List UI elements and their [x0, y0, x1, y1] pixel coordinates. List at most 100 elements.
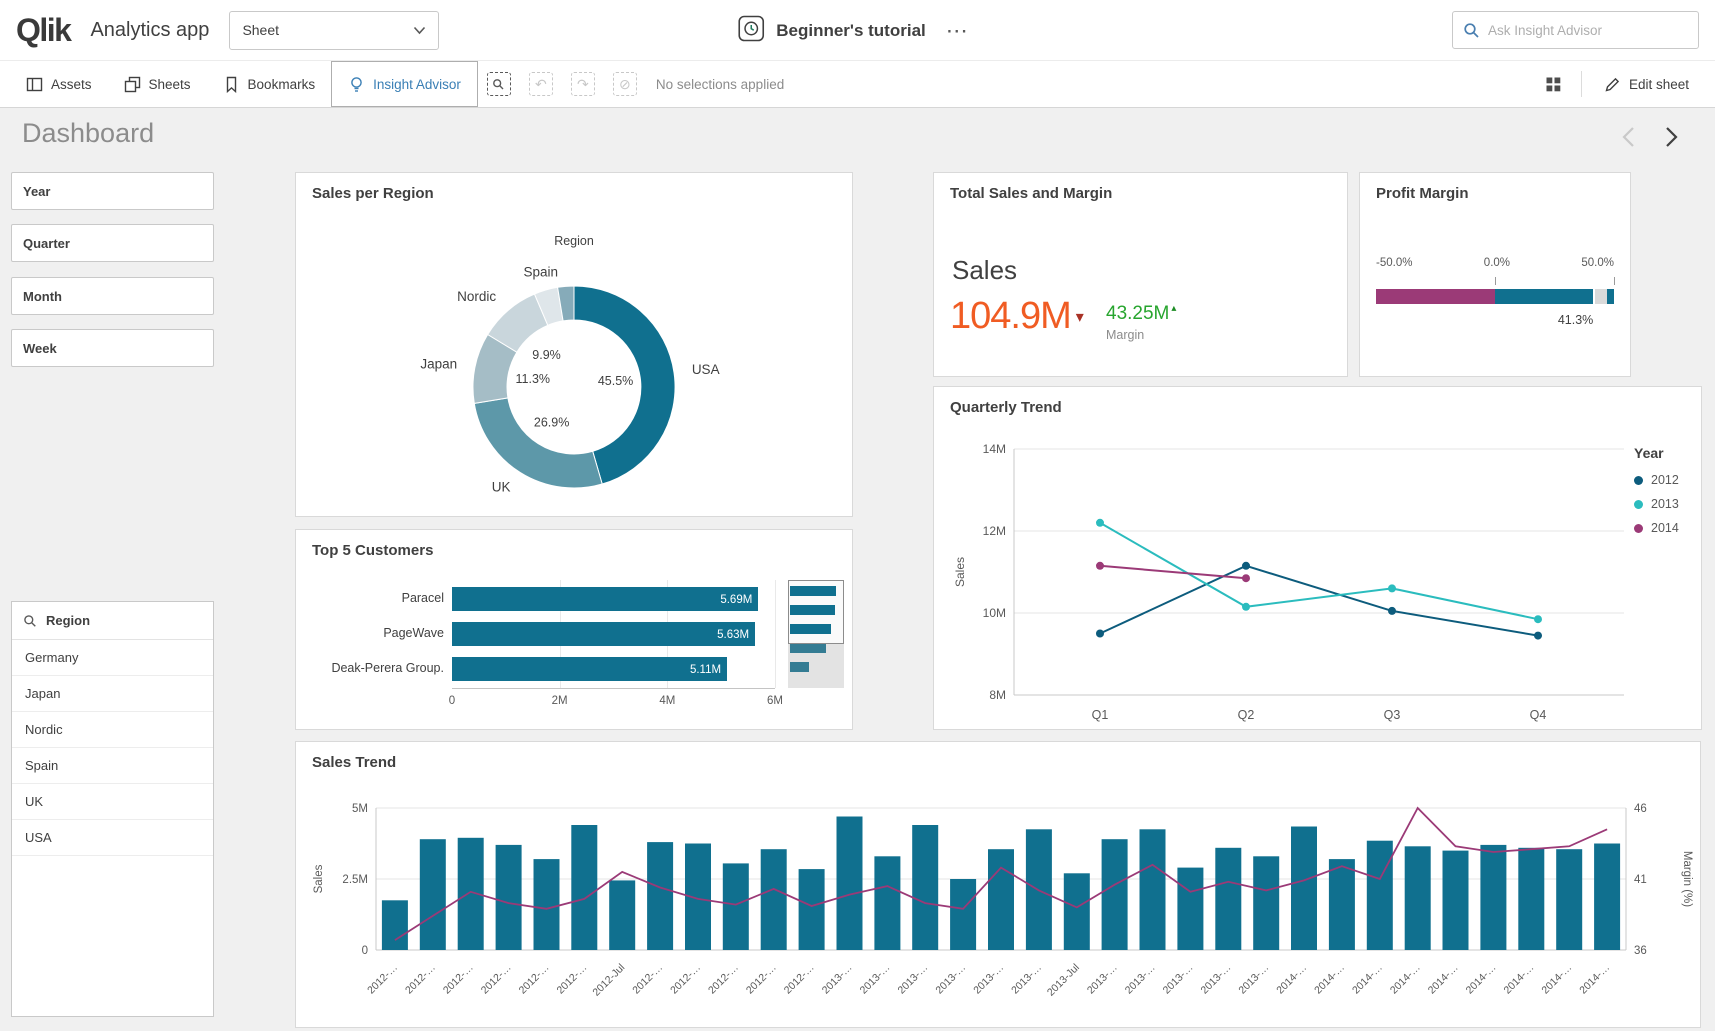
- chart-sales-trend[interactable]: Sales Trend 0362.5M415M46SalesMargin (%)…: [295, 741, 1701, 1028]
- sales-bar[interactable]: [420, 839, 446, 950]
- smart-search-button[interactable]: [478, 61, 520, 107]
- x-tick-label: Q3: [1384, 708, 1401, 722]
- sheet-clock-icon[interactable]: [737, 15, 764, 47]
- line-series-2012[interactable]: [1100, 566, 1538, 636]
- sales-bar[interactable]: [496, 845, 522, 950]
- filter-week[interactable]: Week: [11, 329, 214, 367]
- sales-bar[interactable]: [647, 842, 673, 950]
- data-point[interactable]: [1534, 615, 1542, 623]
- region-option-germany[interactable]: Germany: [12, 640, 213, 676]
- sales-bar[interactable]: [1215, 848, 1241, 950]
- legend-label: 2012: [1651, 473, 1679, 487]
- kpi-total-sales-and-margin[interactable]: Total Sales and Margin Sales 104.9M▾ 43.…: [933, 172, 1348, 377]
- filter-quarter[interactable]: Quarter: [11, 224, 214, 262]
- sales-bar[interactable]: [534, 859, 560, 950]
- minimap-viewport[interactable]: [788, 580, 844, 644]
- sales-bar[interactable]: [1518, 848, 1544, 950]
- region-listbox-header[interactable]: Region: [12, 602, 213, 640]
- axis-tick-label: 6M: [767, 695, 783, 707]
- line-series-2014[interactable]: [1100, 566, 1246, 578]
- sales-bar[interactable]: [1443, 851, 1469, 950]
- clear-selections-button[interactable]: ⊘: [604, 61, 646, 107]
- sales-bar[interactable]: [723, 863, 749, 950]
- legend-item-2013[interactable]: 2013: [1634, 497, 1679, 511]
- legend-item-2014[interactable]: 2014: [1634, 521, 1679, 535]
- slice-label: Nordic: [457, 289, 496, 304]
- sales-bar[interactable]: [837, 817, 863, 951]
- sales-bar[interactable]: [950, 879, 976, 950]
- legend-swatch: [1634, 524, 1643, 533]
- sales-bar[interactable]: [912, 825, 938, 950]
- donut-slice-uk[interactable]: [474, 398, 602, 488]
- data-point[interactable]: [1242, 562, 1250, 570]
- region-option-spain[interactable]: Spain: [12, 748, 213, 784]
- insight-advisor-search[interactable]: [1452, 11, 1699, 49]
- bar-paracel[interactable]: 5.69M: [452, 587, 758, 611]
- chart-top-5-customers[interactable]: Top 5 Customers 02M4M6MParacel5.69MPageW…: [295, 529, 853, 730]
- chart-minimap[interactable]: [788, 580, 844, 688]
- slice-label: Spain: [524, 265, 559, 280]
- sales-bar[interactable]: [874, 856, 900, 950]
- qlik-logo[interactable]: Qlik: [16, 12, 70, 49]
- bookmark-icon: [223, 76, 240, 93]
- sales-bar[interactable]: [1291, 827, 1317, 951]
- sales-bar[interactable]: [1253, 856, 1279, 950]
- data-point[interactable]: [1534, 632, 1542, 640]
- data-point[interactable]: [1096, 519, 1104, 527]
- sales-bar[interactable]: [1140, 829, 1166, 950]
- bar-pagewave[interactable]: 5.63M: [452, 622, 755, 646]
- sales-bar[interactable]: [1102, 839, 1128, 950]
- sheets-label: Sheets: [149, 77, 191, 92]
- search-input[interactable]: [1488, 23, 1688, 38]
- sales-bar[interactable]: [1367, 841, 1393, 950]
- sales-bar[interactable]: [1329, 859, 1355, 950]
- chart-quarterly-trend[interactable]: Quarterly Trend 8M10M12M14MSalesQ1Q2Q3Q4…: [933, 386, 1702, 730]
- insight-advisor-button[interactable]: Insight Advisor: [331, 61, 478, 107]
- filter-month[interactable]: Month: [11, 277, 214, 315]
- data-point[interactable]: [1388, 607, 1396, 615]
- bookmarks-button[interactable]: Bookmarks: [207, 61, 332, 107]
- assets-button[interactable]: Assets: [10, 61, 108, 107]
- next-sheet-button[interactable]: [1659, 124, 1685, 150]
- sales-bar[interactable]: [609, 880, 635, 950]
- app-objects-button[interactable]: [1533, 61, 1575, 107]
- axis-tick-label: 4M: [659, 695, 675, 707]
- sales-bar[interactable]: [1405, 846, 1431, 950]
- region-option-usa[interactable]: USA: [12, 820, 213, 856]
- sales-bar[interactable]: [1556, 849, 1582, 950]
- chart-sales-per-region[interactable]: Sales per Region 45.5%USA26.9%UK11.3%Jap…: [295, 172, 853, 517]
- sales-bar[interactable]: [1064, 873, 1090, 950]
- sales-bar[interactable]: [1177, 868, 1203, 950]
- sheets-button[interactable]: Sheets: [108, 61, 207, 107]
- data-point[interactable]: [1242, 574, 1250, 582]
- chevron-left-icon: [1621, 126, 1635, 148]
- more-options-button[interactable]: ⋯: [938, 18, 978, 44]
- sales-bar[interactable]: [382, 900, 408, 950]
- sheet-selector-dropdown[interactable]: Sheet: [229, 11, 439, 50]
- region-option-uk[interactable]: UK: [12, 784, 213, 820]
- gauge-tick-label: 50.0%: [1581, 257, 1614, 269]
- step-forward-button[interactable]: ↷: [562, 61, 604, 107]
- gauge-profit-margin[interactable]: Profit Margin -50.0%0.0%50.0%41.3%: [1359, 172, 1631, 377]
- bar-deak-perera-group-[interactable]: 5.11M: [452, 657, 727, 681]
- step-back-button[interactable]: ↶: [520, 61, 562, 107]
- data-point[interactable]: [1096, 630, 1104, 638]
- data-point[interactable]: [1388, 584, 1396, 592]
- previous-sheet-button[interactable]: [1615, 124, 1641, 150]
- chart-title: Quarterly Trend: [950, 399, 1062, 416]
- sheet-canvas: Dashboard Year Quarter Month Week Region…: [0, 108, 1715, 1031]
- sales-bar[interactable]: [799, 869, 825, 950]
- sales-bar[interactable]: [761, 849, 787, 950]
- region-option-japan[interactable]: Japan: [12, 676, 213, 712]
- sales-bar[interactable]: [571, 825, 597, 950]
- data-point[interactable]: [1242, 603, 1250, 611]
- region-option-nordic[interactable]: Nordic: [12, 712, 213, 748]
- filter-year[interactable]: Year: [11, 172, 214, 210]
- sales-bar[interactable]: [1594, 844, 1620, 951]
- sales-bar[interactable]: [1480, 845, 1506, 950]
- assets-label: Assets: [51, 77, 92, 92]
- legend-item-2012[interactable]: 2012: [1634, 473, 1679, 487]
- edit-sheet-button[interactable]: Edit sheet: [1588, 61, 1705, 107]
- data-point[interactable]: [1096, 562, 1104, 570]
- sales-bar[interactable]: [988, 849, 1014, 950]
